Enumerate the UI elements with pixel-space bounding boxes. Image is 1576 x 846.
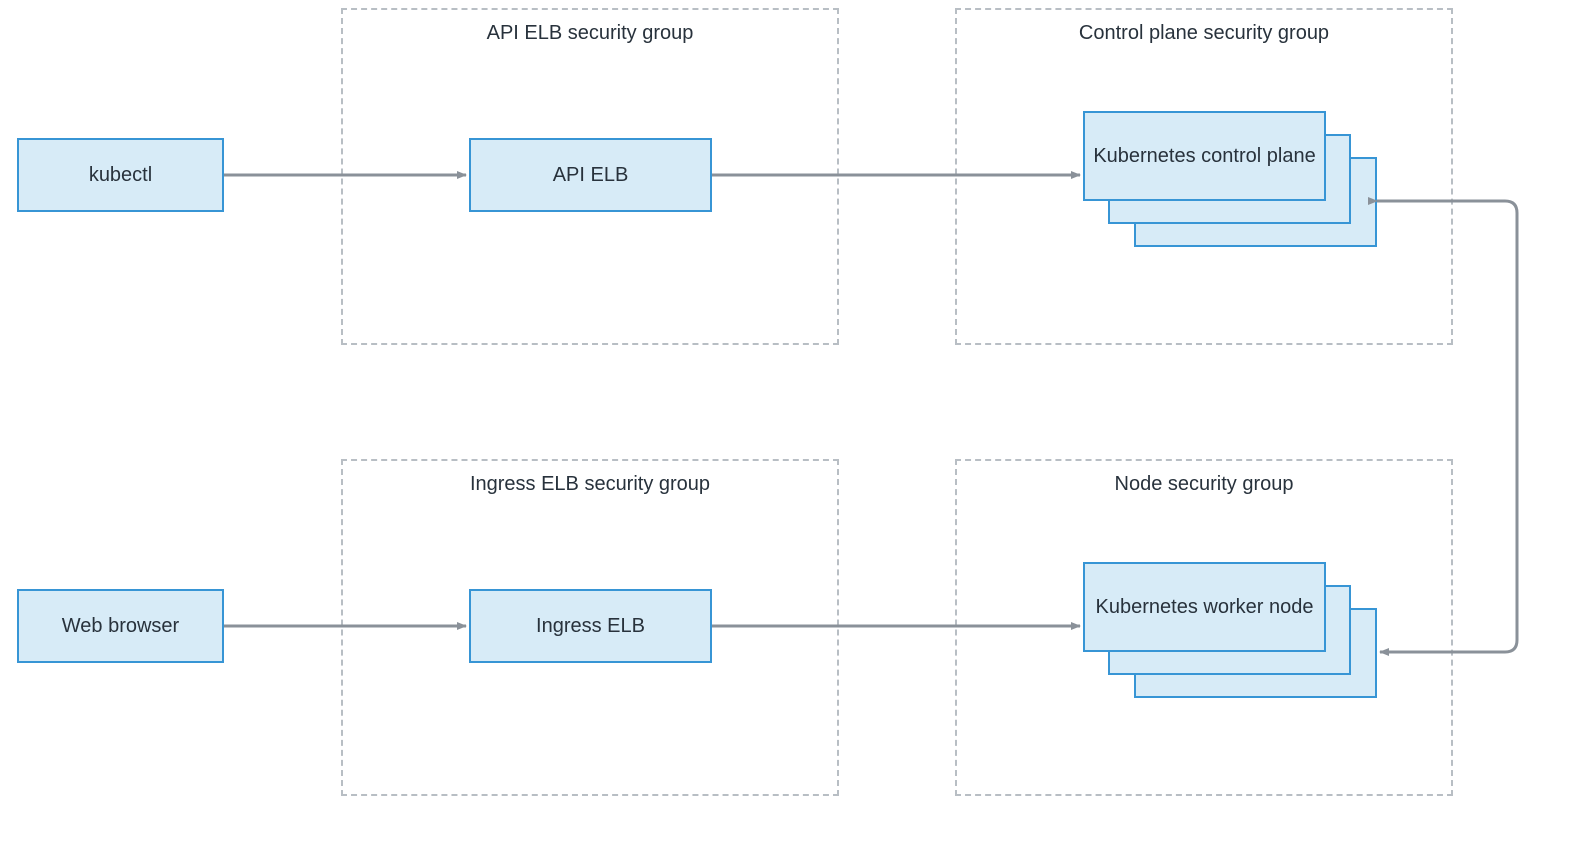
worker-node-node: Kubernetes worker node [1083, 562, 1326, 652]
node-sg-title: Node security group [957, 473, 1451, 496]
api-elb-label: API ELB [553, 164, 629, 187]
web-browser-label: Web browser [62, 615, 179, 638]
web-browser-node: Web browser [17, 589, 224, 663]
worker-node-label: Kubernetes worker node [1096, 596, 1314, 619]
ingress-elb-label: Ingress ELB [536, 615, 645, 638]
control-plane-sg-title: Control plane security group [957, 22, 1451, 45]
kubectl-label: kubectl [89, 164, 152, 187]
diagram-canvas: kubectl Web browser API ELB security gro… [0, 0, 1576, 846]
api-elb-node: API ELB [469, 138, 712, 212]
ingress-elb-sg-title: Ingress ELB security group [343, 473, 837, 496]
api-elb-sg-title: API ELB security group [343, 22, 837, 45]
control-plane-node: Kubernetes control plane [1083, 111, 1326, 201]
control-plane-label: Kubernetes control plane [1093, 145, 1315, 168]
ingress-elb-node: Ingress ELB [469, 589, 712, 663]
kubectl-node: kubectl [17, 138, 224, 212]
